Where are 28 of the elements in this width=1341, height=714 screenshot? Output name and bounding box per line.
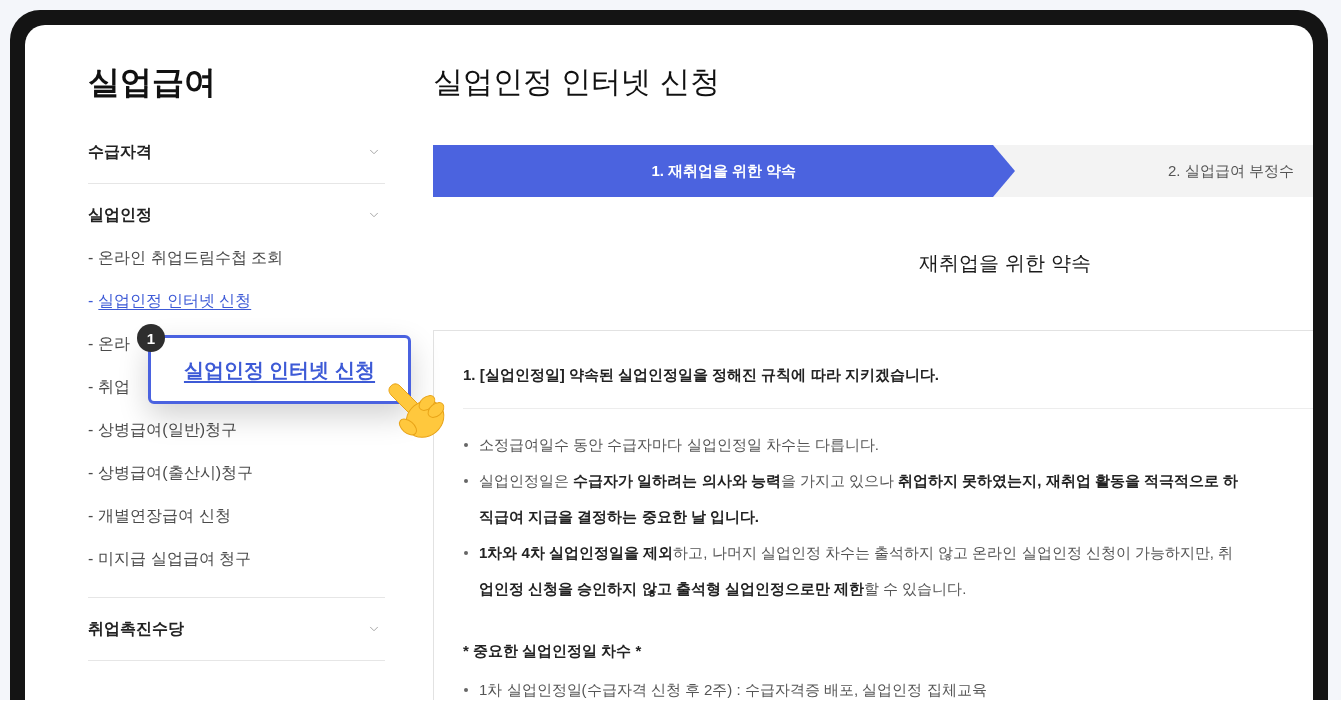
number-badge: 1 xyxy=(137,324,165,352)
bullet-icon xyxy=(464,479,468,483)
menu-group-header[interactable]: 취업촉진수당 xyxy=(88,598,385,660)
pointing-hand-icon xyxy=(387,382,447,440)
bullet-text: 실업인정일은 수급자가 일하려는 의사와 능력을 가지고 있으나 취업하지 못하였는지, 재취업 활동을 적극적으로 하 직급여 지급을 결정하는 중요한 날 입니다. xyxy=(479,471,1239,527)
bullet-icon xyxy=(464,443,468,447)
progress-step: 1. 재취업을 위한 약속 xyxy=(433,145,1015,197)
sidebar-link[interactable]: - 온라인 취업드림수첩 조회 xyxy=(88,246,284,269)
menu-group-header[interactable]: 실업인정 xyxy=(88,184,385,236)
page-title: 실업인정 인터넷 신청 xyxy=(433,64,721,100)
callout-link[interactable]: 실업인정 인터넷 신청 xyxy=(183,355,376,384)
sidebar-link[interactable]: - 실업인정 인터넷 신청 xyxy=(88,289,252,312)
bullet-icon xyxy=(464,551,468,555)
sidebar-title: 실업급여 xyxy=(88,63,217,102)
bullet-text: 소정급여일수 동안 수급자마다 실업인정일 차수는 다릅니다. xyxy=(479,435,879,455)
sidebar-link[interactable]: - 온라 xyxy=(88,332,131,355)
sidebar-link[interactable]: - 취업 xyxy=(88,375,131,398)
sidebar-link[interactable]: - 개별연장급여 신청 xyxy=(88,504,231,527)
section-title: 재취업을 위한 약속 xyxy=(918,251,1092,276)
sidebar-link[interactable]: - 상병급여(출산시)청구 xyxy=(88,461,253,484)
bullet-text: 1차와 4차 실업인정일을 제외하고, 나머지 실업인정 차수는 출석하지 않고 온라인 실업인정 신청이 가능하지만, 취 업인정 신청을 승인하지 않고 출석형 실업인정으로만 제한할 수 있습니다. xyxy=(479,543,1234,599)
note-title: * 중요한 실업인정일 차수 * xyxy=(463,641,643,661)
panel-heading: 1. [실업인정일] 약속된 실업인정일을 정해진 규칙에 따라 지키겠습니다. xyxy=(463,364,1313,409)
menu-group-header[interactable]: 수급자격 xyxy=(88,121,385,183)
sidebar-link[interactable]: - 상병급여(일반)청구 xyxy=(88,418,237,441)
bullet-text: 1차 실업인정일(수급자격 신청 후 2주) : 수급자격증 배포, 실업인정 집체교육 xyxy=(479,680,987,700)
bullet-icon xyxy=(464,688,468,692)
sidebar-link[interactable]: - 미지급 실업급여 청구 xyxy=(88,547,252,570)
